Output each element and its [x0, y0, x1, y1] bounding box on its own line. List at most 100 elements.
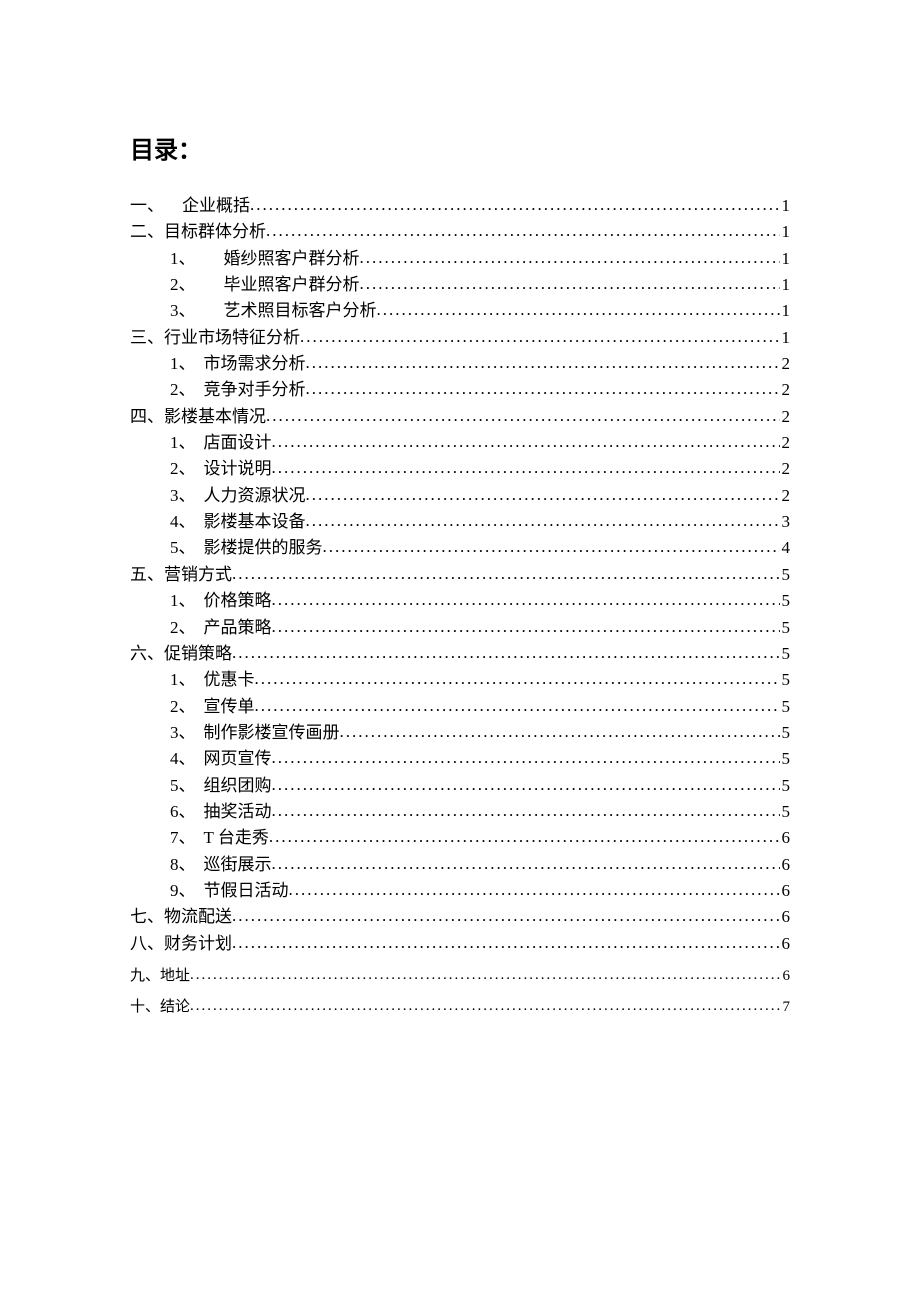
- toc-entry-prefix: 2、: [170, 377, 196, 403]
- toc-page-number: 2: [780, 351, 791, 377]
- toc-entry-text: 抽奖活动: [204, 799, 272, 825]
- toc-leader-dots: [340, 719, 780, 745]
- toc-entry: 2、毕业照客户群分析1: [130, 272, 790, 298]
- toc-leader-dots: [360, 271, 780, 297]
- toc-entry-prefix: 6、: [170, 799, 196, 825]
- toc-entry: 九、地址6: [130, 965, 790, 988]
- toc-leader-dots: [306, 508, 780, 534]
- toc-entry-prefix: 7、: [170, 825, 196, 851]
- toc-entry-text: 优惠卡: [204, 667, 255, 693]
- toc-entry-prefix: 4、: [170, 746, 196, 772]
- toc-page-number: 2: [780, 430, 791, 456]
- toc-entry-text: T 台走秀: [204, 825, 269, 851]
- toc-entry-text: 宣传单: [204, 694, 255, 720]
- toc-leader-dots: [266, 403, 780, 429]
- toc-leader-dots: [269, 824, 780, 850]
- toc-entry-text: 婚纱照客户群分析: [224, 246, 360, 272]
- toc-leader-dots: [272, 455, 780, 481]
- toc-entry: 一、企业概括1: [130, 193, 790, 219]
- toc-entry-prefix: 1、: [170, 351, 196, 377]
- toc-entry-text: 影楼提供的服务: [204, 535, 323, 561]
- toc-entry: 七、物流配送6: [130, 904, 790, 930]
- toc-leader-dots: [272, 745, 780, 771]
- toc-page-number: 6: [780, 825, 791, 851]
- toc-entry-prefix: 8、: [170, 852, 196, 878]
- toc-entry: 3、制作影楼宣传画册5: [130, 720, 790, 746]
- toc-entry-text: 店面设计: [204, 430, 272, 456]
- toc-entry-prefix: 9、: [170, 878, 196, 904]
- toc-entry-text: 目标群体分析: [164, 219, 266, 245]
- toc-leader-dots: [272, 798, 780, 824]
- toc-entry: 二、目标群体分析1: [130, 219, 790, 245]
- toc-entry: 5、影楼提供的服务4: [130, 535, 790, 561]
- toc-page-number: 1: [780, 246, 791, 272]
- toc-title: 目录：: [130, 130, 790, 165]
- toc-entry: 9、节假日活动6: [130, 878, 790, 904]
- toc-leader-dots: [306, 376, 780, 402]
- toc-entry: 五、营销方式5: [130, 562, 790, 588]
- toc-leader-dots: [232, 640, 780, 666]
- toc-page-number: 6: [780, 931, 791, 957]
- toc-leader-dots: [272, 851, 780, 877]
- toc-entry: 4、影楼基本设备3: [130, 509, 790, 535]
- toc-page-number: 5: [780, 562, 791, 588]
- toc-entry-prefix: 4、: [170, 509, 196, 535]
- toc-leader-dots: [255, 666, 780, 692]
- toc-entry-prefix: 七、: [130, 904, 164, 930]
- toc-leader-dots: [255, 693, 780, 719]
- toc-entry: 6、抽奖活动 5: [130, 799, 790, 825]
- toc-leader-dots: [232, 930, 780, 956]
- toc-page-number: 6: [780, 852, 791, 878]
- toc-leader-dots: [289, 877, 780, 903]
- toc-entry-prefix: 2、: [170, 272, 196, 298]
- toc-leader-dots: [272, 429, 780, 455]
- toc-entry-text: 网页宣传: [204, 746, 272, 772]
- toc-entry: 1、市场需求分析2: [130, 351, 790, 377]
- toc-entry: 7、 T 台走秀 6: [130, 825, 790, 851]
- toc-entry: 1、 婚纱照客户群分析 1: [130, 246, 790, 272]
- toc-entry-text: 影楼基本情况: [164, 404, 266, 430]
- toc-entry-text: 结论: [160, 996, 190, 1019]
- toc-entry: 1、店面设计2: [130, 430, 790, 456]
- toc-leader-dots: [377, 297, 780, 323]
- toc-entry-prefix: 1、: [170, 246, 196, 272]
- toc-entry-text: 价格策略: [204, 588, 272, 614]
- toc-entry: 六、促销策略5: [130, 641, 790, 667]
- toc-page-number: 4: [780, 535, 791, 561]
- toc-page-number: 5: [780, 588, 791, 614]
- toc-entry-text: 竞争对手分析: [204, 377, 306, 403]
- toc-leader-dots: [306, 350, 780, 376]
- toc-entry-prefix: 六、: [130, 641, 164, 667]
- toc-leader-dots: [272, 614, 780, 640]
- toc-page-number: 5: [780, 720, 791, 746]
- toc-page-number: 6: [780, 904, 791, 930]
- toc-entry: 八、财务计划6: [130, 931, 790, 957]
- toc-leader-dots: [306, 482, 780, 508]
- toc-entry-text: 人力资源状况: [204, 483, 306, 509]
- toc-page-number: 6: [780, 878, 791, 904]
- toc-entry: 5、组织团购5: [130, 773, 790, 799]
- toc-leader-dots: [323, 534, 780, 560]
- toc-entry-text: 企业概括: [182, 193, 250, 219]
- toc-list: 一、企业概括1二、目标群体分析11、婚纱照客户群分析12、毕业照客户群分析13、…: [130, 193, 790, 1019]
- toc-leader-dots: [360, 245, 780, 271]
- toc-entry: 8、巡街展示6: [130, 852, 790, 878]
- toc-page-number: 5: [780, 773, 791, 799]
- toc-leader-dots: [232, 903, 780, 929]
- toc-entry-prefix: 1、: [170, 667, 196, 693]
- toc-entry: 三、行业市场特征分析1: [130, 325, 790, 351]
- toc-entry-text: 财务计划: [164, 931, 232, 957]
- toc-leader-dots: [272, 772, 780, 798]
- toc-page-number: 2: [780, 456, 791, 482]
- toc-page-number: 5: [780, 746, 791, 772]
- toc-entry-prefix: 1、: [170, 588, 196, 614]
- toc-page-number: 2: [780, 404, 791, 430]
- toc-page-number: 1: [780, 219, 791, 245]
- toc-page-number: 5: [780, 799, 791, 825]
- toc-page-number: 6: [781, 965, 791, 988]
- toc-entry: 2、宣传单5: [130, 694, 790, 720]
- toc-page-number: 5: [780, 641, 791, 667]
- toc-page-number: 2: [780, 483, 791, 509]
- toc-page-number: 1: [780, 272, 791, 298]
- toc-entry: 4、网页宣传 5: [130, 746, 790, 772]
